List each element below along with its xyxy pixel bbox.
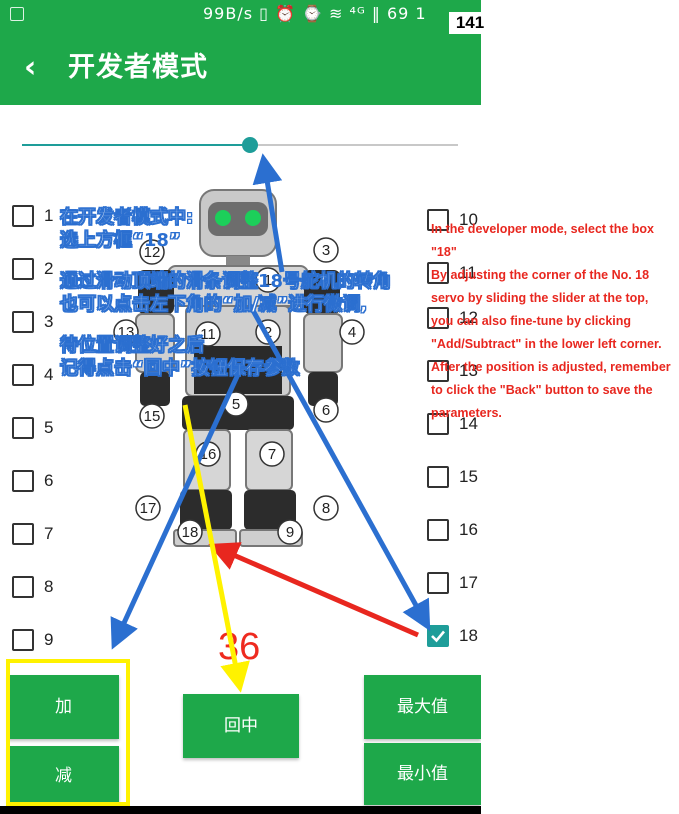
app-bar: ‹ 开发者模式 [0, 30, 481, 105]
checkbox-label: 1 [44, 206, 54, 225]
robot-label-6: 6 [322, 402, 330, 419]
robot-label-8: 8 [322, 500, 330, 517]
checkbox-square[interactable] [12, 523, 34, 545]
checkbox-label: 3 [44, 312, 54, 331]
slider-track-empty[interactable] [250, 144, 458, 146]
robot-label-5: 5 [232, 396, 240, 413]
checkbox-square[interactable] [12, 258, 34, 280]
en-paragraph-3: After the position is adjusted, remember… [431, 360, 671, 420]
notification-icon [10, 7, 24, 21]
checkbox-label: 16 [459, 520, 478, 539]
annotation-chinese: 在开发者模式中: 选上方框“18” 通过滑动顶端的滑条调整18号舵机的转角 也可… [60, 206, 460, 380]
cn-line-2b: 18 [143, 230, 169, 251]
robot-label-18: 18 [182, 524, 199, 541]
status-text: 99B/s ▯ ⏰ ⌚ ≋ ⁴ᴳ ‖ 69 1 [203, 4, 427, 23]
checkbox-label: 7 [44, 524, 54, 543]
annotation-english: In the developer mode, select the box "1… [431, 218, 671, 425]
cn-line-3c: 号舵机的转角 [283, 271, 392, 293]
checkbox-square[interactable] [427, 572, 449, 594]
robot-label-7: 7 [268, 446, 276, 463]
highlight-frame [6, 659, 130, 806]
checkbox-square-checked[interactable] [427, 625, 449, 647]
cn-line-3b: 18 [258, 271, 284, 292]
overlay-badge: 141 [449, 12, 491, 34]
checkbox-square[interactable] [12, 364, 34, 386]
checkbox-square[interactable] [12, 311, 34, 333]
cn-line-6: 记得点击“回中”按钮保存参数 [60, 358, 300, 380]
checkbox-square[interactable] [12, 205, 34, 227]
checkbox-square[interactable] [427, 519, 449, 541]
en-paragraph-2: By adjusting the corner of the No. 18 se… [431, 268, 662, 351]
max-value-button[interactable]: 最大值 [364, 675, 481, 739]
checkbox-label: 8 [44, 577, 54, 596]
checkbox-label: 9 [44, 630, 54, 649]
checkbox-label: 17 [459, 573, 478, 592]
cn-line-2a: 选上方框“ [60, 230, 144, 252]
robot-label-16: 16 [200, 446, 217, 463]
checkbox-square[interactable] [427, 466, 449, 488]
cn-line-5: 待位置调整好之后 [60, 335, 205, 357]
checkbox-label: 4 [44, 365, 54, 384]
en-paragraph-1: In the developer mode, select the box "1… [431, 222, 654, 259]
status-bar: 99B/s ▯ ⏰ ⌚ ≋ ⁴ᴳ ‖ 69 1 [0, 0, 481, 30]
back-chevron-icon[interactable]: ‹ [24, 48, 36, 88]
cn-line-1: 在开发者模式中: [60, 207, 194, 229]
robot-label-17: 17 [140, 500, 157, 517]
checkmark-icon [431, 630, 445, 643]
page-title: 开发者模式 [68, 52, 208, 83]
cn-line-2c: ” [168, 230, 181, 252]
checkbox-square[interactable] [12, 576, 34, 598]
checkbox-label: 2 [44, 259, 54, 278]
checkbox-square[interactable] [12, 417, 34, 439]
checkbox-label: 5 [44, 418, 54, 437]
center-button[interactable]: 回中 [183, 694, 299, 758]
slider-thumb[interactable] [242, 137, 258, 153]
min-value-button[interactable]: 最小值 [364, 743, 481, 805]
bottom-edge [0, 806, 481, 814]
robot-label-15: 15 [144, 408, 161, 425]
slider-track-filled[interactable] [22, 144, 250, 146]
servo-value-readout: 36 [218, 626, 261, 668]
checkbox-label: 15 [459, 467, 478, 486]
cn-line-4: 也可以点击左下角的“加/减”进行微调, [60, 294, 368, 316]
checkbox-square[interactable] [12, 470, 34, 492]
cn-line-3a: 通过滑动顶端的滑条调整 [60, 271, 259, 293]
checkbox-label: 6 [44, 471, 54, 490]
checkbox-label: 18 [459, 626, 478, 645]
robot-label-9: 9 [286, 524, 294, 541]
checkbox-square[interactable] [12, 629, 34, 651]
